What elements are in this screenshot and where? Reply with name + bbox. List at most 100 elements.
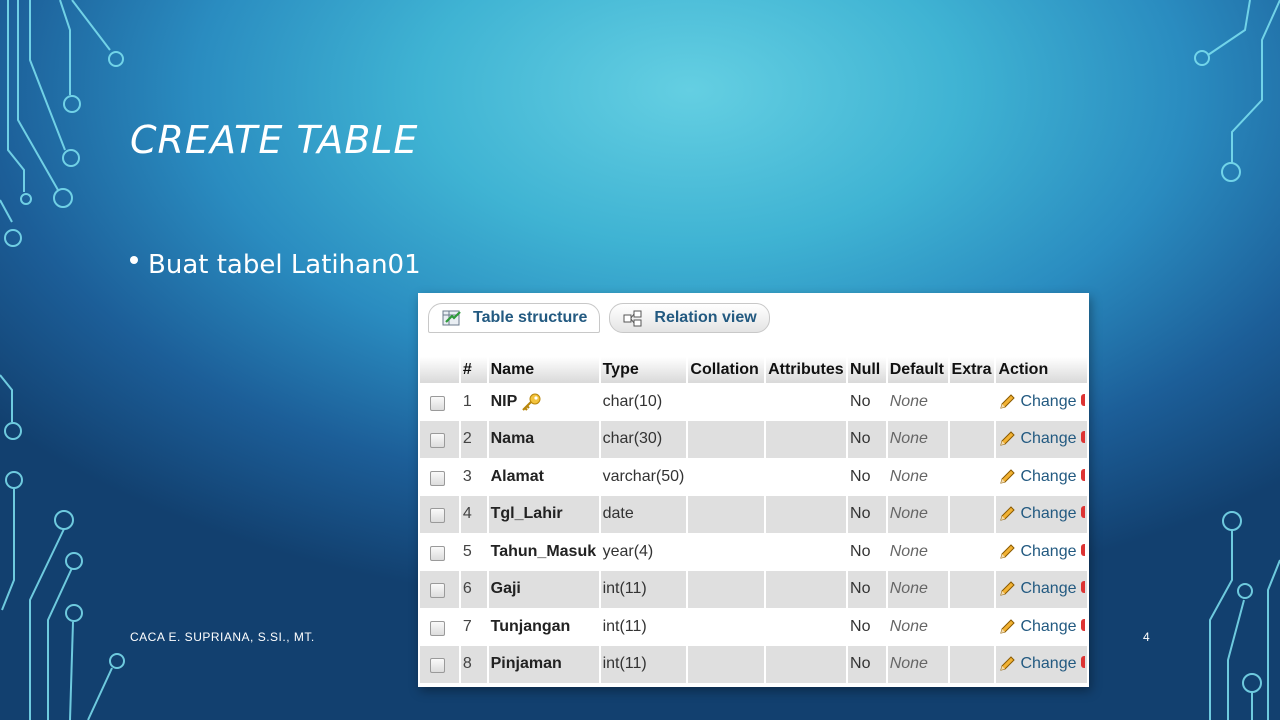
table-row: 8 Pinjaman int(11) No None Change (420, 645, 1087, 683)
row-checkbox[interactable] (430, 620, 445, 636)
bullet-dot-icon (130, 255, 138, 264)
row-checkbox[interactable] (430, 433, 445, 449)
field-attributes (766, 570, 847, 608)
row-checkbox[interactable] (430, 545, 445, 561)
change-label: Change (1020, 392, 1077, 410)
bullet-text: Buat tabel Latihan01 (148, 250, 421, 280)
table-row: 7 Tunjangan int(11) No None Change (420, 608, 1087, 646)
change-link[interactable]: Change (996, 458, 1087, 496)
field-collation (688, 645, 765, 683)
table-row: 6 Gaji int(11) No None Change (420, 570, 1087, 608)
field-collation (688, 495, 765, 533)
change-link[interactable]: Change (996, 383, 1087, 421)
field-null: No (848, 608, 886, 646)
field-type: int(11) (600, 570, 687, 608)
field-attributes (766, 533, 847, 571)
tab-relation-view[interactable]: Relation view (609, 303, 770, 333)
row-checkbox[interactable] (430, 583, 445, 599)
table-row: 3 Alamat varchar(50) No None Change (420, 458, 1087, 496)
col-header-type[interactable]: Type (600, 357, 687, 383)
table-row: 2 Nama char(30) No None Change (420, 420, 1087, 458)
col-header-null[interactable]: Null (848, 357, 886, 383)
drop-icon-partial (1080, 506, 1085, 519)
drop-icon-partial (1080, 618, 1085, 631)
field-name: Tahun_Masuk (488, 533, 599, 571)
pencil-icon (1000, 618, 1016, 634)
col-header-collation[interactable]: Collation (688, 357, 765, 383)
row-checkbox[interactable] (430, 395, 445, 411)
field-extra (949, 383, 995, 421)
pencil-icon (1000, 656, 1016, 671)
pencil-icon (1000, 581, 1016, 596)
field-null: No (848, 533, 886, 571)
table-header-row: # Name Type Collation Attributes Null De… (420, 357, 1087, 383)
tab-relation-view-label: Relation view (654, 309, 757, 326)
field-null: No (848, 495, 886, 533)
tab-table-structure-label: Table structure (473, 309, 588, 326)
col-header-attributes[interactable]: Attributes (766, 357, 847, 383)
field-collation (688, 608, 765, 646)
row-checkbox[interactable] (430, 508, 445, 524)
field-null: No (848, 645, 886, 683)
phpmyadmin-screenshot: Table structure Relation view # Name Typ… (418, 293, 1089, 687)
field-default: None (887, 420, 948, 458)
change-link[interactable]: Change (996, 420, 1087, 458)
drop-icon-partial (1080, 581, 1085, 594)
row-checkbox[interactable] (430, 658, 445, 674)
field-extra (949, 533, 995, 571)
field-name: Tunjangan (488, 608, 599, 646)
table-structure-icon (442, 310, 461, 326)
change-label: Change (1020, 430, 1077, 448)
field-type: int(11) (600, 645, 687, 683)
field-name: NIP (490, 392, 518, 410)
field-name: Tgl_Lahir (488, 495, 599, 533)
tab-table-structure[interactable]: Table structure (428, 303, 601, 333)
row-number: 1 (460, 383, 487, 421)
change-label: Change (1020, 542, 1077, 560)
field-collation (688, 458, 765, 496)
bullet-item: Buat tabel Latihan01 (130, 250, 421, 280)
field-name: Pinjaman (488, 645, 599, 683)
row-number: 6 (460, 570, 487, 608)
row-number: 2 (460, 420, 487, 458)
col-header-extra[interactable]: Extra (949, 357, 995, 383)
pencil-icon (1000, 393, 1016, 409)
col-header-select (420, 357, 459, 383)
change-link[interactable]: Change (996, 495, 1087, 533)
field-default: None (887, 645, 948, 683)
field-type: date (600, 495, 687, 533)
page-number: 4 (1143, 630, 1150, 644)
drop-icon-partial (1080, 468, 1085, 481)
row-number: 8 (460, 645, 487, 683)
field-extra (949, 570, 995, 608)
slide-footer: CACA E. SUPRIANA, S.SI., MT. (130, 630, 315, 644)
field-extra (949, 608, 995, 646)
slide-title: CREATE TABLE (130, 118, 419, 162)
col-header-default[interactable]: Default (887, 357, 948, 383)
change-link[interactable]: Change (996, 608, 1087, 646)
field-null: No (848, 458, 886, 496)
col-header-number[interactable]: # (460, 357, 487, 383)
field-attributes (766, 383, 847, 421)
field-extra (949, 495, 995, 533)
change-link[interactable]: Change (996, 570, 1087, 608)
drop-icon-partial (1080, 543, 1085, 556)
field-attributes (766, 645, 847, 683)
field-default: None (887, 495, 948, 533)
field-extra (949, 645, 995, 683)
change-label: Change (1020, 655, 1077, 673)
primary-key-icon (522, 393, 541, 411)
col-header-name[interactable]: Name (488, 357, 599, 383)
row-number: 4 (460, 495, 487, 533)
field-null: No (848, 383, 886, 421)
row-checkbox[interactable] (430, 470, 445, 486)
field-name: Gaji (488, 570, 599, 608)
change-link[interactable]: Change (996, 645, 1087, 683)
field-default: None (887, 570, 948, 608)
row-number: 7 (460, 608, 487, 646)
pencil-icon (1000, 506, 1016, 521)
col-header-action: Action (996, 357, 1087, 383)
change-link[interactable]: Change (996, 533, 1087, 571)
field-attributes (766, 420, 847, 458)
drop-icon-partial (1080, 431, 1085, 444)
